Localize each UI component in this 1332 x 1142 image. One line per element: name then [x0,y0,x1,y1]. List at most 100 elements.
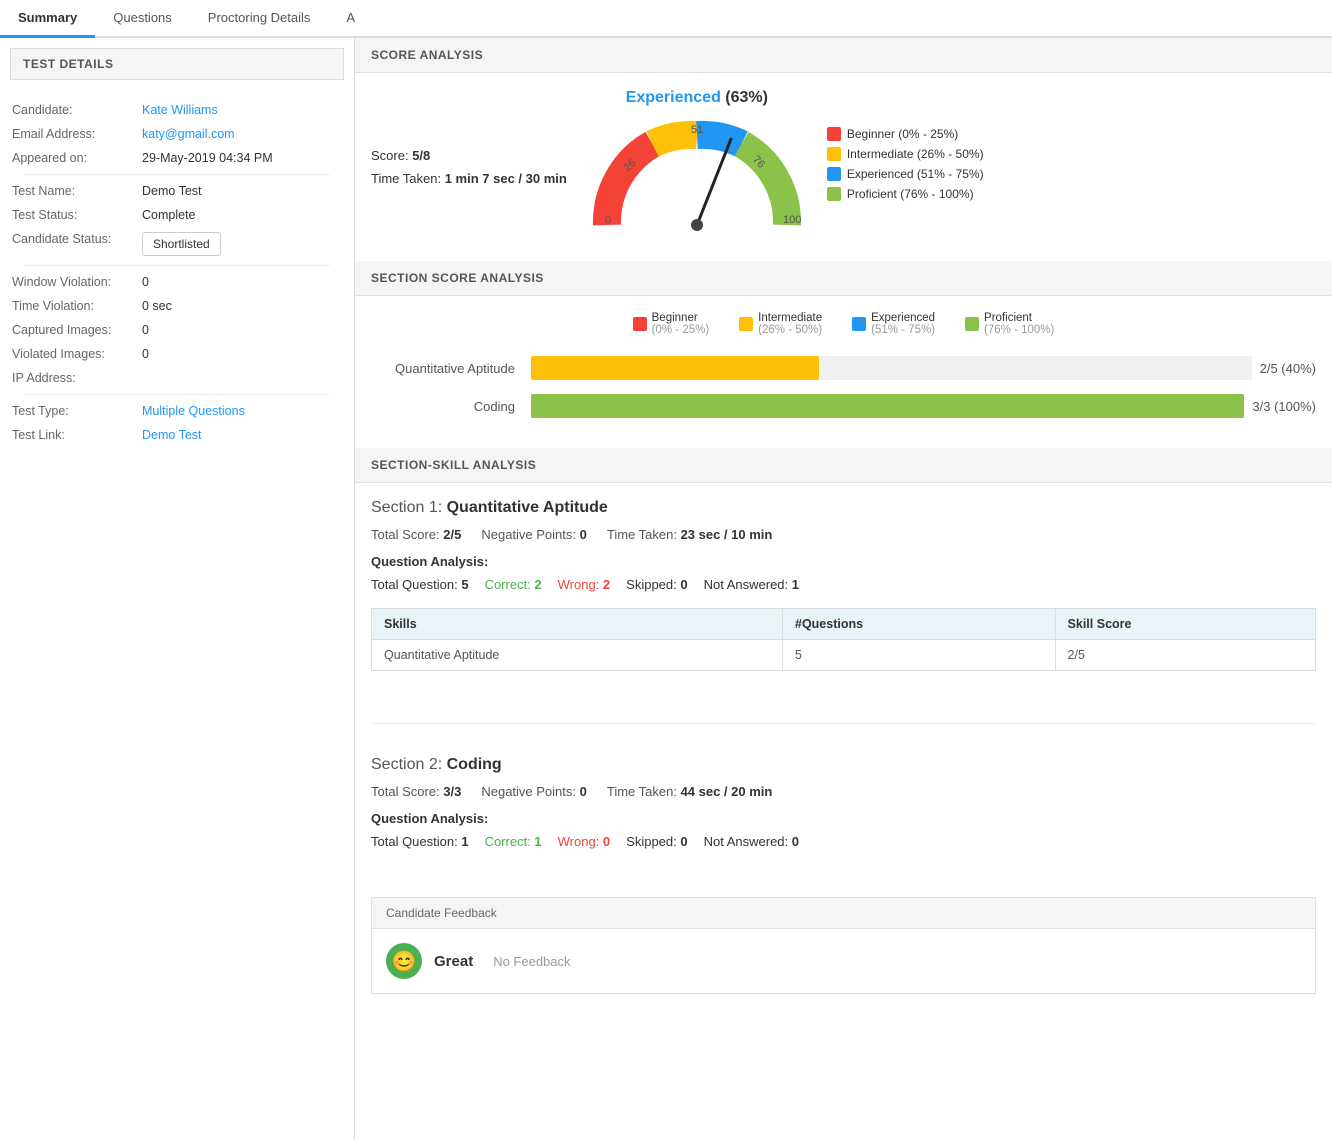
legend-experienced-color [827,167,841,181]
test-name-value: Demo Test [142,184,202,198]
skill-analysis-header: SECTION-SKILL ANALYSIS [355,448,1332,483]
skills-table-1: Skills #Questions Skill Score Quantitati… [371,608,1316,671]
bar-label-qa: Quantitative Aptitude [371,361,531,376]
violated-images-value: 0 [142,347,149,361]
detail-section: Candidate: Kate Williams Email Address: … [0,90,354,455]
bar-legend-intermediate-label: Intermediate(26% - 50%) [758,312,822,336]
test-name-label: Test Name: [12,184,142,198]
bar-legend-beginner: Beginner(0% - 25%) [633,312,710,336]
test-type-row: Test Type: Multiple Questions [12,399,342,423]
divider-1 [24,174,330,175]
legend-experienced: Experienced (51% - 75%) [827,167,1007,181]
window-violation-label: Window Violation: [12,275,142,289]
section-2-skipped: Skipped: 0 [626,834,687,849]
time-taken-label: Time Taken: 1 min 7 sec / 30 min [371,171,567,186]
gauge-wrap: Experienced (63%) [587,89,807,245]
score-legend: Beginner (0% - 25%) Intermediate (26% - … [827,127,1007,207]
section-1-title: Section 1: Quantitative Aptitude [371,499,1316,517]
email-value: katy@gmail.com [142,127,235,141]
tab-summary[interactable]: Summary [0,0,95,38]
section-2-not-answered: Not Answered: 0 [704,834,799,849]
section-divider [371,723,1316,724]
right-panel: SCORE ANALYSIS Score: 5/8 Time Taken: 1 … [355,38,1332,1140]
bar-row-qa: Quantitative Aptitude 2/5 (40%) [371,356,1316,380]
tab-a[interactable]: A [328,0,373,38]
section-2-qa-title: Question Analysis: [371,811,1316,826]
section-2-title: Section 2: Coding [371,756,1316,774]
section-1-correct: Correct: 2 [485,577,542,592]
section-2-time-taken: Time Taken: 44 sec / 20 min [607,784,772,799]
feedback-header: Candidate Feedback [371,897,1316,928]
section-2-meta: Total Score: 3/3 Negative Points: 0 Time… [371,784,1316,799]
bar-label-coding: Coding [371,399,531,414]
feedback-rating: Great [434,953,473,970]
skill-section-1: Section 1: Quantitative Aptitude Total S… [355,483,1332,707]
skills-col-header: Skills [372,609,783,640]
gauge-category: Experienced [626,89,721,106]
ip-address-label: IP Address: [12,371,142,385]
bar-legend-proficient: Proficient(76% - 100%) [965,312,1054,336]
time-violation-row: Time Violation: 0 sec [12,294,342,318]
feedback-section: Candidate Feedback 😊 Great No Feedback [371,897,1316,994]
window-violation-row: Window Violation: 0 [12,270,342,294]
tab-questions[interactable]: Questions [95,0,190,38]
test-name-row: Test Name: Demo Test [12,179,342,203]
ip-address-row: IP Address: [12,366,342,390]
bar-fill-coding [531,394,1244,418]
section-1-wrong: Wrong: 2 [558,577,611,592]
score-analysis-body: Score: 5/8 Time Taken: 1 min 7 sec / 30 … [355,73,1332,261]
test-link-row: Test Link: Demo Test [12,423,342,447]
left-panel: TEST DETAILS Candidate: Kate Williams Em… [0,38,355,1140]
test-status-label: Test Status: [12,208,142,222]
main-layout: TEST DETAILS Candidate: Kate Williams Em… [0,38,1332,1140]
time-violation-label: Time Violation: [12,299,142,313]
gauge-center-dot [691,219,703,231]
appeared-value: 29-May-2019 04:34 PM [142,151,273,165]
bar-legend: Beginner(0% - 25%) Intermediate(26% - 50… [371,312,1316,336]
section-2-correct: Correct: 1 [485,834,542,849]
score-analysis-section: SCORE ANALYSIS Score: 5/8 Time Taken: 1 … [355,38,1332,261]
gauge-pointer [697,139,731,225]
gauge-percent: (63%) [725,89,768,106]
smiley-icon: 😊 [386,943,422,979]
time-prefix: Time Taken: [371,171,441,186]
captured-images-row: Captured Images: 0 [12,318,342,342]
skill-analysis-section: SECTION-SKILL ANALYSIS Section 1: Quanti… [355,448,1332,994]
score-prefix: Score: [371,148,409,163]
section-1-name: Quantitative Aptitude [447,499,608,516]
legend-beginner-label: Beginner (0% - 25%) [847,127,958,141]
legend-proficient-color [827,187,841,201]
svg-text:51: 51 [691,124,703,136]
violated-images-row: Violated Images: 0 [12,342,342,366]
test-type-label: Test Type: [12,404,142,418]
legend-beginner-color [827,127,841,141]
bar-fill-qa [531,356,819,380]
candidate-row: Candidate: Kate Williams [12,98,342,122]
tab-proctoring[interactable]: Proctoring Details [190,0,329,38]
questions-col-header: #Questions [783,609,1056,640]
legend-proficient: Proficient (76% - 100%) [827,187,1007,201]
skill-score-col-header: Skill Score [1055,609,1315,640]
bar-legend-intermediate-color [739,317,753,331]
legend-intermediate: Intermediate (26% - 50%) [827,147,1007,161]
bar-score-coding: 3/3 (100%) [1252,399,1316,414]
candidate-status-dropdown[interactable]: Shortlisted [142,232,221,256]
bar-legend-proficient-color [965,317,979,331]
candidate-label: Candidate: [12,103,142,117]
time-violation-value: 0 sec [142,299,172,313]
section-score-header: SECTION SCORE ANALYSIS [355,261,1332,296]
bar-track-qa [531,356,1252,380]
section-1-skipped: Skipped: 0 [626,577,687,592]
candidate-status-row: Candidate Status: Shortlisted [12,227,342,261]
svg-text:100: 100 [783,214,801,226]
bar-legend-proficient-label: Proficient(76% - 100%) [984,312,1054,336]
captured-images-label: Captured Images: [12,323,142,337]
bar-legend-experienced-color [852,317,866,331]
legend-intermediate-color [827,147,841,161]
captured-images-value: 0 [142,323,149,337]
gauge-title: Experienced (63%) [626,89,768,107]
table-row: Quantitative Aptitude 5 2/5 [372,640,1316,671]
section-score-body: Beginner(0% - 25%) Intermediate(26% - 50… [355,296,1332,448]
legend-experienced-label: Experienced (51% - 75%) [847,167,984,181]
appeared-row: Appeared on: 29-May-2019 04:34 PM [12,146,342,170]
